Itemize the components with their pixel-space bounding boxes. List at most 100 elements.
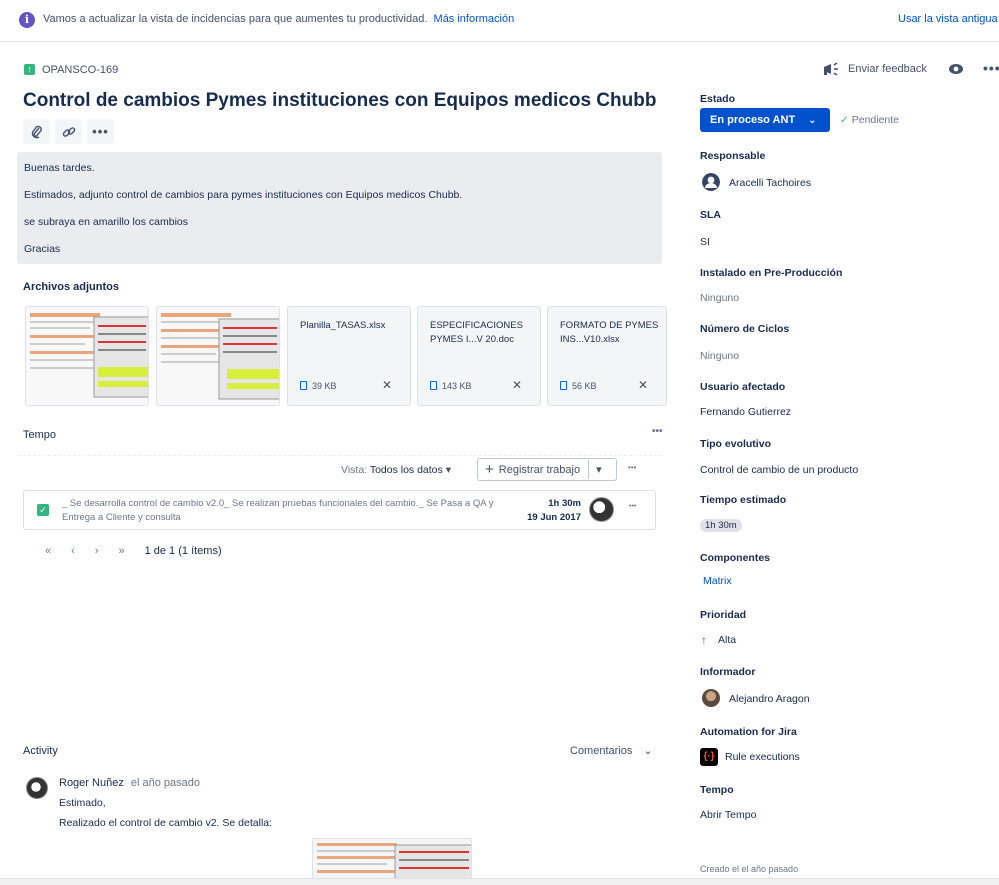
issue-title[interactable]: Control de cambios Pymes instituciones c…: [23, 90, 656, 112]
activity-heading: Activity: [23, 745, 58, 757]
sla-value[interactable]: SI: [700, 236, 710, 248]
banner-message: Vamos a actualizar la vista de incidenci…: [43, 13, 514, 25]
feedback-button[interactable]: Enviar feedback: [822, 62, 927, 76]
register-work-label: Registrar trabajo: [498, 463, 581, 476]
view-label: Vista:: [341, 464, 368, 476]
priority-high-icon: ↑: [701, 633, 707, 647]
file-name: ESPECIFICACIONES PYMES I...V 20.doc: [430, 320, 523, 345]
user-avatar-icon: [702, 173, 720, 191]
comment-line: Realizado el control de cambio v2. Se de…: [59, 817, 273, 829]
chevron-down-icon[interactable]: ▾: [596, 463, 602, 476]
tempo-more-icon[interactable]: •••: [652, 426, 663, 437]
file-name: Planilla_TASAS.xlsx: [300, 320, 386, 331]
instalado-label: Instalado en Pre-Producción: [700, 267, 843, 279]
attach-button[interactable]: [23, 119, 50, 144]
desc-line: Estimados, adjunto control de cambios pa…: [24, 189, 463, 201]
horizontal-scrollbar[interactable]: [0, 878, 999, 885]
status-value: En proceso ANT: [710, 114, 796, 126]
activity-filter-dropdown[interactable]: Comentarios ⌄: [570, 744, 653, 757]
plus-icon: +: [485, 461, 494, 478]
chevron-down-icon: ⌄: [643, 745, 653, 757]
split-divider: [588, 460, 590, 479]
prioridad-value[interactable]: Alta: [718, 634, 736, 646]
prev-page-icon[interactable]: ‹: [71, 545, 75, 557]
worklog-row[interactable]: ✓ _ Se desarrolla control de cambio v2.0…: [23, 490, 656, 530]
issue-description[interactable]: Buenas tardes. Estimados, adjunto contro…: [17, 152, 662, 264]
attachment-file-card[interactable]: Planilla_TASAS.xlsx 39 KB ✕: [287, 306, 411, 406]
chevron-down-icon: ▾: [445, 464, 451, 476]
page-info: 1 de 1 (1 ítems): [144, 545, 222, 557]
automation-value[interactable]: Rule executions: [725, 751, 800, 763]
checkbox-checked-icon: ✓: [37, 504, 49, 516]
info-banner: i Vamos a actualizar la vista de inciden…: [0, 0, 999, 42]
info-icon: i: [19, 12, 35, 28]
more-info-link[interactable]: Más información: [434, 13, 515, 25]
activity-filter-label: Comentarios: [570, 745, 633, 757]
more-tools-button[interactable]: •••: [87, 119, 114, 144]
ciclos-value[interactable]: Ninguno: [700, 350, 739, 362]
screenshot-thumbnail: [157, 307, 279, 405]
comment-line: Estimado,: [59, 797, 106, 809]
worklog-description: _ Se desarrolla control de cambio v2.0_ …: [62, 498, 494, 523]
attachment-image-thumbnail[interactable]: [156, 306, 280, 406]
paperclip-icon: [31, 125, 42, 138]
check-icon: ✓: [840, 114, 849, 126]
attachment-file-card[interactable]: ESPECIFICACIONES PYMES I...V 20.doc 143 …: [417, 306, 541, 406]
usuario-value[interactable]: Fernando Gutierrez: [700, 406, 791, 418]
desc-line: Gracias: [24, 243, 61, 255]
screenshot-thumbnail: [317, 843, 471, 879]
view-filter[interactable]: Vista: Todos los datos ▾: [341, 464, 451, 476]
ciclos-label: Número de Ciclos: [700, 323, 790, 335]
tempo-heading: Tempo: [23, 429, 57, 441]
component-link[interactable]: Matrix: [703, 575, 732, 587]
screenshot-thumbnail: [26, 307, 148, 405]
attachments-heading: Archivos adjuntos: [23, 281, 119, 293]
issue-key[interactable]: OPANSCO-169: [42, 64, 118, 76]
delete-attachment-icon[interactable]: ✕: [638, 378, 648, 392]
comment-image[interactable]: [312, 838, 472, 880]
desc-line: se subraya en amarillo los cambios: [24, 216, 188, 228]
avatar: [26, 777, 48, 799]
last-page-icon[interactable]: »: [118, 545, 124, 557]
first-page-icon[interactable]: «: [45, 545, 51, 557]
attachment-file-card[interactable]: FORMATO DE PYMES INS...V10.xlsx 56 KB ✕: [547, 306, 667, 406]
file-size: 39 KB: [300, 381, 337, 391]
next-page-icon[interactable]: ›: [95, 545, 99, 557]
story-type-icon: ↑: [24, 64, 35, 75]
link-issue-button[interactable]: [55, 119, 82, 144]
tipo-value[interactable]: Control de cambio de un producto: [700, 464, 858, 476]
delete-attachment-icon[interactable]: ✕: [512, 378, 522, 392]
instalado-value[interactable]: Ninguno: [700, 292, 739, 304]
link-icon: [62, 126, 75, 137]
register-work-button[interactable]: + Registrar trabajo ▾: [477, 458, 617, 481]
watch-eye-icon[interactable]: [948, 62, 964, 76]
old-view-link[interactable]: Usar la vista antigua: [898, 13, 998, 25]
more-actions-icon[interactable]: •••: [983, 60, 999, 76]
responsable-value[interactable]: Aracelli Tachoires: [729, 177, 811, 189]
delete-attachment-icon[interactable]: ✕: [382, 378, 392, 392]
file-size-value: 143 KB: [442, 381, 472, 391]
tempo-options-icon[interactable]: •••: [628, 463, 636, 472]
informador-value[interactable]: Alejandro Aragon: [729, 693, 810, 705]
banner-text: Vamos a actualizar la vista de incidenci…: [43, 13, 428, 25]
status-dropdown[interactable]: En proceso ANT ⌄: [700, 108, 830, 132]
automation-rule-icon: {·}: [700, 748, 718, 766]
pending-transition[interactable]: ✓ Pendiente: [840, 114, 899, 126]
tipo-label: Tipo evolutivo: [700, 438, 771, 450]
document-icon: [430, 381, 437, 390]
megaphone-icon: [824, 62, 838, 76]
file-size-value: 39 KB: [312, 381, 337, 391]
worklog-date: 19 Jun 2017: [527, 512, 581, 523]
attachment-image-thumbnail[interactable]: [25, 306, 149, 406]
comment-author[interactable]: Roger Nuñez: [59, 777, 124, 789]
pagination: « ‹ › » 1 de 1 (1 ítems): [45, 545, 222, 557]
sla-label: SLA: [700, 209, 721, 221]
worklog-more-icon[interactable]: •••: [629, 503, 636, 510]
document-icon: [560, 381, 567, 390]
tiempo-badge[interactable]: 1h 30m: [700, 519, 742, 532]
open-tempo-link[interactable]: Abrir Tempo: [700, 809, 756, 821]
componentes-label: Componentes: [700, 552, 771, 564]
estado-label: Estado: [700, 93, 736, 105]
informador-label: Informador: [700, 666, 756, 678]
file-size: 143 KB: [430, 381, 472, 391]
